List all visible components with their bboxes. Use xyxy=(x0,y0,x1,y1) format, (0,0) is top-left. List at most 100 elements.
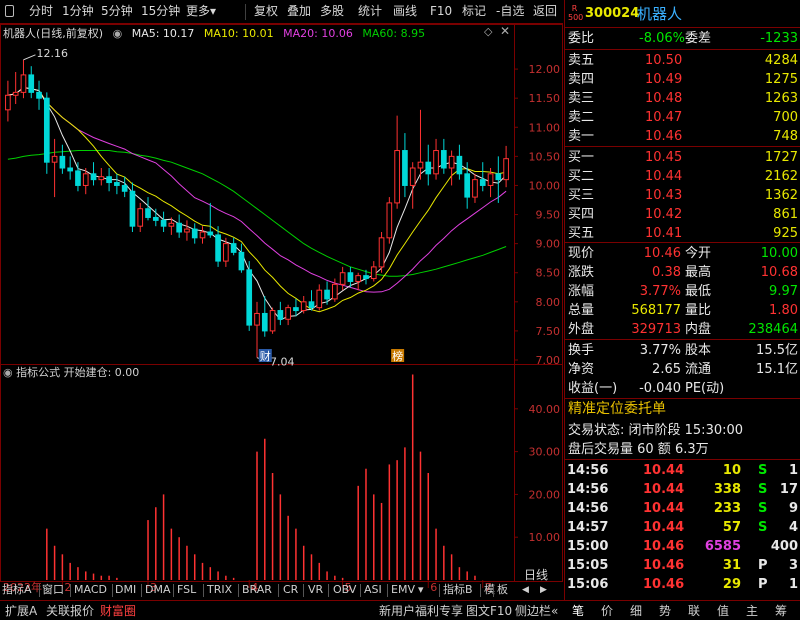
tab-vr[interactable]: VR xyxy=(308,582,323,598)
panel-tab[interactable]: 价 xyxy=(601,603,613,619)
margin-trading-icon: R 500 xyxy=(568,4,584,22)
y-tick-label: 30.00 xyxy=(529,446,561,459)
tick-row: 15:06 10.46 29 P 1 xyxy=(565,575,800,594)
bid-row: 买三 10.43 1362 xyxy=(565,186,800,205)
ask-price: 10.46 xyxy=(645,129,683,144)
tick-price: 10.44 xyxy=(643,520,685,535)
tab-5min[interactable]: 5分钟 xyxy=(101,0,133,23)
tab-1min[interactable]: 1分钟 xyxy=(62,0,94,23)
tab-15min[interactable]: 15分钟 xyxy=(141,0,180,23)
panel-tab[interactable]: 势 xyxy=(659,603,671,619)
bid-price: 10.45 xyxy=(645,150,683,165)
precise-order-label: 精准定位委托单 xyxy=(568,401,666,417)
bid-label: 买五 xyxy=(568,226,595,241)
fund-value: 15.1亿 xyxy=(756,362,798,377)
tab-trix[interactable]: TRIX xyxy=(207,582,232,598)
pin-icon[interactable] xyxy=(5,5,14,17)
bid-row: 买二 10.44 2162 xyxy=(565,167,800,186)
tab-asi[interactable]: ASI xyxy=(364,582,382,598)
panel-tab[interactable]: 笔 xyxy=(572,603,584,619)
related-quotes-button[interactable]: 关联报价 xyxy=(46,603,94,619)
f10-graphic-button[interactable]: 图文F10 xyxy=(466,603,512,619)
tick-count: 1 xyxy=(788,577,798,592)
tab-board[interactable]: 板 xyxy=(497,582,508,598)
candle-body xyxy=(417,161,424,169)
extension-a-button[interactable]: 扩展A xyxy=(5,603,37,619)
panel-tab[interactable]: 细 xyxy=(630,603,642,619)
order-ratio-row: 委比 -8.06% 委差 -1233 xyxy=(565,29,800,48)
kline-chart[interactable]: 7.00 7.50 8.00 8.50 9.00 9.50 10.00 10.50 11.00 1… xyxy=(0,24,563,598)
indicator-settings-icon[interactable]: ◉ xyxy=(3,366,13,379)
mark-button[interactable]: 标记 xyxy=(462,0,486,23)
tab-emv[interactable]: EMV xyxy=(391,582,415,598)
quote-panel: R 500 300024 机器人 委比 -8.06% 委差 -1233 精准定位委… xyxy=(564,0,800,600)
chart-area[interactable]: 7.00 7.50 8.00 8.50 9.00 9.50 10.00 10.50 11.00 1… xyxy=(0,24,563,598)
back-button[interactable]: 返回 xyxy=(533,0,557,23)
more-periods-button[interactable]: 更多▾ xyxy=(186,0,216,23)
tab-window[interactable]: 窗口 xyxy=(42,582,64,598)
draw-line-button[interactable]: 画线 xyxy=(393,0,417,23)
settings-dot-icon[interactable]: ◉ xyxy=(113,27,123,40)
adjust-button[interactable]: 复权 xyxy=(254,0,278,23)
candle-body xyxy=(129,190,136,227)
tick-side: P xyxy=(758,577,768,592)
wealth-circle-button[interactable]: 财富圈 xyxy=(100,603,136,619)
diamond-icon[interactable]: ◇ xyxy=(484,25,492,38)
ask-label: 卖一 xyxy=(568,129,595,144)
tab-dmi[interactable]: DMI xyxy=(115,582,136,598)
candle-body xyxy=(472,179,478,198)
new-user-benefits-link[interactable]: 新用户福利专享 xyxy=(379,603,463,619)
f10-button[interactable]: F10 xyxy=(430,0,452,23)
tick-volume: 10 xyxy=(722,463,741,478)
tick-volume: 338 xyxy=(713,482,741,497)
candle-body xyxy=(5,94,11,111)
tab-macd[interactable]: MACD xyxy=(74,582,107,598)
candle-body xyxy=(355,275,362,282)
stats-button[interactable]: 统计 xyxy=(358,0,382,23)
y-tick-label: 10.50 xyxy=(529,150,561,163)
tab-brar[interactable]: BRAR xyxy=(242,582,272,598)
tab-indicator-a[interactable]: 指标A xyxy=(2,582,32,598)
tick-row: 14:57 10.44 57 S 4 xyxy=(565,518,800,537)
tab-dma[interactable]: DMA xyxy=(145,582,171,598)
stat-value: 238464 xyxy=(748,322,798,337)
candle-body xyxy=(75,170,81,186)
scroll-right-icon[interactable]: ▶ xyxy=(540,582,547,598)
candle-body xyxy=(487,173,494,186)
panel-tab[interactable]: 值 xyxy=(717,603,729,619)
indicator-title: 指标公式 开始建仓: 0.00 xyxy=(16,366,140,379)
stat-value: 9.97 xyxy=(769,284,798,299)
candle-body xyxy=(269,310,276,332)
candle-body xyxy=(448,155,455,169)
precise-order-link[interactable]: 精准定位委托单 xyxy=(565,400,800,419)
tick-price: 10.46 xyxy=(643,539,685,554)
candle-body xyxy=(121,184,128,192)
sidebar-toggle-button[interactable]: 侧边栏« xyxy=(515,603,558,619)
candle-body xyxy=(503,158,509,181)
scroll-left-icon[interactable]: ◀ xyxy=(522,582,529,598)
tick-time: 15:06 xyxy=(567,577,609,592)
tick-volume: 233 xyxy=(713,501,741,516)
stat-value: 3.77% xyxy=(639,284,681,299)
close-icon[interactable]: ✕ xyxy=(500,24,510,38)
overlay-button[interactable]: 叠加 xyxy=(287,0,311,23)
tab-intraday[interactable]: 分时 xyxy=(29,0,53,23)
bid-volume: 1727 xyxy=(764,150,798,165)
remove-watchlist-button[interactable]: -自选 xyxy=(496,0,524,23)
tab-obv[interactable]: OBV xyxy=(333,582,356,598)
fund-value: -0.040 xyxy=(639,381,681,396)
period-label[interactable]: 日线 xyxy=(524,566,548,583)
expand-tabs-icon[interactable]: ▾ xyxy=(418,582,424,598)
y-tick-label: 12.00 xyxy=(529,63,561,76)
panel-tab[interactable]: 筹 xyxy=(775,603,787,619)
tab-fsl[interactable]: FSL xyxy=(177,582,196,598)
panel-tab[interactable]: 联 xyxy=(688,603,700,619)
tab-indicator-b[interactable]: 指标B xyxy=(443,582,473,598)
bid-price: 10.42 xyxy=(645,207,683,222)
multi-stock-button[interactable]: 多股 xyxy=(320,0,344,23)
panel-tab[interactable]: 主 xyxy=(746,603,758,619)
tab-cr[interactable]: CR xyxy=(283,582,298,598)
y-tick-label: 7.50 xyxy=(536,325,561,338)
bid-row: 买五 10.41 925 xyxy=(565,224,800,243)
candle-body xyxy=(51,155,58,163)
